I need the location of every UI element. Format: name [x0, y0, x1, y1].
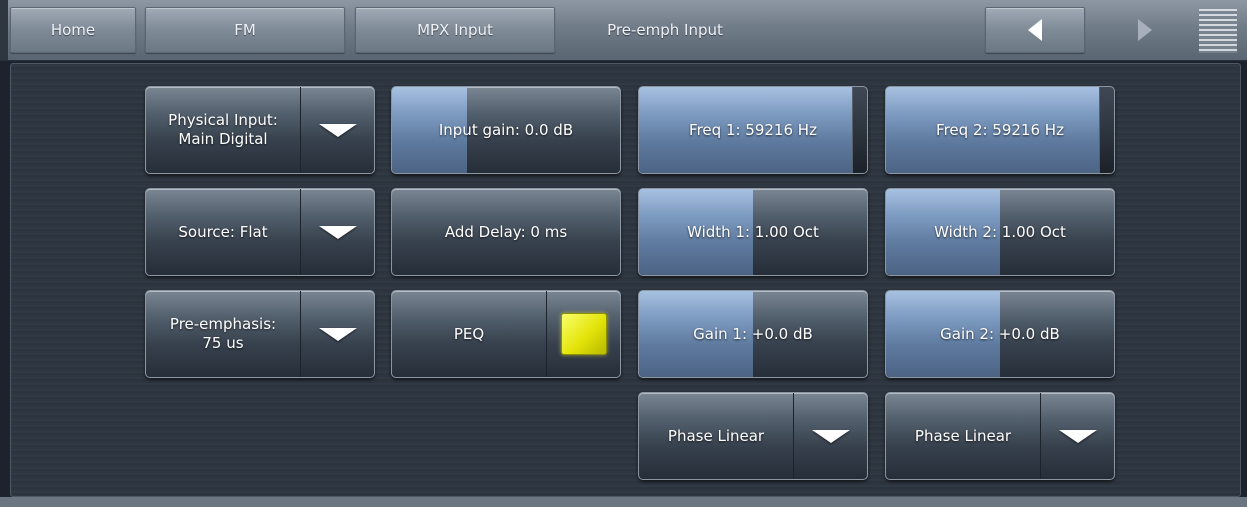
- input-gain-slider[interactable]: Input gain: 0.0 dB: [391, 86, 621, 174]
- phase2-label: Phase Linear: [914, 426, 1012, 445]
- freq1-label: Freq 1: 59216 Hz: [689, 120, 817, 139]
- tab-home-label: Home: [50, 21, 96, 39]
- add-delay-button[interactable]: Add Delay: 0 ms: [391, 188, 621, 276]
- menu-lines-icon[interactable]: [1199, 9, 1237, 53]
- source-dropdown-toggle[interactable]: [300, 189, 374, 275]
- phase1-dropdown[interactable]: Phase Linear: [638, 392, 868, 480]
- width2-label: Width 2: 1.00 Oct: [934, 222, 1066, 241]
- down-triangle-icon: [1058, 429, 1097, 443]
- tab-mpx-input[interactable]: MPX Input: [355, 7, 555, 53]
- physical-input-label: Physical Input: Main Digital: [168, 111, 278, 148]
- left-edge: [0, 0, 8, 60]
- source-dropdown[interactable]: Source: Flat: [145, 188, 375, 276]
- phase2-dropdown[interactable]: Phase Linear: [885, 392, 1115, 480]
- freq2-slider[interactable]: Freq 2: 59216 Hz: [885, 86, 1115, 174]
- gain1-slider[interactable]: Gain 1: +0.0 dB: [638, 290, 868, 378]
- input-gain-label: Input gain: 0.0 dB: [438, 120, 574, 139]
- down-triangle-icon: [318, 123, 357, 137]
- tab-home[interactable]: Home: [10, 7, 136, 53]
- phase1-dropdown-toggle[interactable]: [793, 393, 867, 479]
- tab-fm-label: FM: [234, 21, 256, 39]
- source-label: Source: Flat: [178, 222, 268, 241]
- gain2-label: Gain 2: +0.0 dB: [940, 324, 1060, 343]
- tab-fm[interactable]: FM: [145, 7, 345, 53]
- top-nav-bar: Home FM MPX Input Pre-emph Input: [0, 0, 1247, 61]
- add-delay-label: Add Delay: 0 ms: [444, 222, 568, 241]
- back-button[interactable]: [985, 7, 1085, 53]
- down-triangle-icon: [811, 429, 850, 443]
- gain1-label: Gain 1: +0.0 dB: [693, 324, 813, 343]
- left-triangle-icon: [1028, 19, 1042, 41]
- physical-input-dropdown[interactable]: Physical Input: Main Digital: [145, 86, 375, 174]
- physical-input-dropdown-toggle[interactable]: [300, 87, 374, 173]
- gain2-slider[interactable]: Gain 2: +0.0 dB: [885, 290, 1115, 378]
- down-triangle-icon: [318, 327, 357, 341]
- right-triangle-icon: [1138, 19, 1152, 41]
- tab-mpx-input-label: MPX Input: [417, 21, 493, 39]
- main-panel: Physical Input: Main Digital Input gain:…: [10, 63, 1241, 497]
- freq1-slider[interactable]: Freq 1: 59216 Hz: [638, 86, 868, 174]
- pre-emphasis-dropdown-toggle[interactable]: [300, 291, 374, 377]
- current-page-label: Pre-emph Input: [607, 21, 723, 39]
- width2-slider[interactable]: Width 2: 1.00 Oct: [885, 188, 1115, 276]
- freq2-label: Freq 2: 59216 Hz: [936, 120, 1064, 139]
- pre-emphasis-dropdown[interactable]: Pre-emphasis: 75 us: [145, 290, 375, 378]
- phase1-label: Phase Linear: [667, 426, 765, 445]
- peq-label: PEQ: [453, 324, 485, 343]
- peq-indicator-icon: [560, 313, 607, 355]
- bottom-strip: [0, 497, 1247, 507]
- current-page-title: Pre-emph Input: [565, 7, 765, 53]
- width1-slider[interactable]: Width 1: 1.00 Oct: [638, 188, 868, 276]
- pre-emphasis-label: Pre-emphasis: 75 us: [169, 315, 277, 352]
- peq-indicator-area[interactable]: [546, 291, 620, 377]
- phase2-dropdown-toggle[interactable]: [1040, 393, 1114, 479]
- forward-button[interactable]: [1095, 7, 1195, 53]
- width1-label: Width 1: 1.00 Oct: [687, 222, 819, 241]
- down-triangle-icon: [318, 225, 357, 239]
- peq-toggle[interactable]: PEQ: [391, 290, 621, 378]
